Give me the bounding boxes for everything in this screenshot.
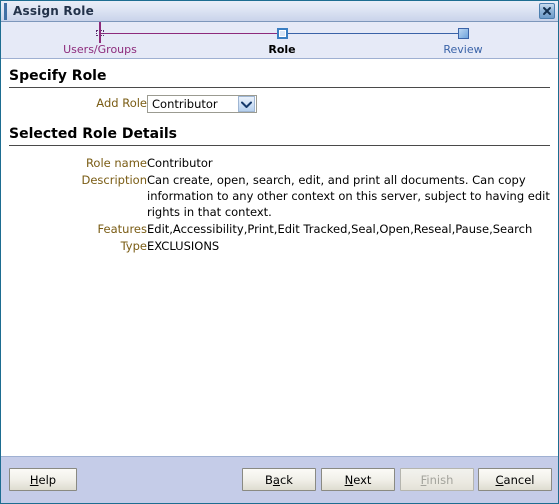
specify-role-divider <box>9 87 550 88</box>
selected-role-details-divider <box>9 145 550 146</box>
finish-button: Finish <box>400 468 474 491</box>
cancel-button-label: Cancel <box>495 472 535 487</box>
wizard-step-role[interactable]: Role <box>212 22 352 56</box>
detail-row: Description Can create, open, search, ed… <box>9 172 550 221</box>
finish-button-label: Finish <box>420 472 454 487</box>
focus-ring <box>96 22 104 43</box>
wizard-step-review[interactable]: Review <box>393 22 533 56</box>
add-role-label: Add Role <box>96 96 147 110</box>
wizard-step-label-role: Role <box>268 43 296 56</box>
features-value: Edit,Accessibility,Print,Edit Tracked,Se… <box>147 222 533 236</box>
dialog-titlebar: Assign Role <box>1 1 558 22</box>
next-button[interactable]: Next <box>321 468 395 491</box>
chevron-down-icon[interactable] <box>238 96 255 112</box>
titlebar-accent-bar <box>4 2 7 20</box>
wizard-train: Users/Groups Role Review <box>1 22 558 59</box>
dialog-body: Specify Role Add Role Contributor Select… <box>1 59 558 457</box>
wizard-step-marker-wrap <box>30 22 170 44</box>
wizard-step-marker-review <box>457 27 469 39</box>
type-label: Type <box>120 239 147 253</box>
close-glyph <box>543 7 551 15</box>
back-button-label: Back <box>265 472 293 487</box>
close-icon[interactable] <box>539 3 555 19</box>
add-role-select[interactable]: Contributor <box>147 95 257 113</box>
description-label: Description <box>81 173 148 187</box>
back-button[interactable]: Back <box>242 468 316 491</box>
wizard-step-marker-users-groups <box>99 22 101 43</box>
features-label: Features <box>97 222 147 236</box>
add-role-row: Add Role Contributor <box>9 95 550 113</box>
add-role-value-cell: Contributor <box>147 95 550 113</box>
assign-role-dialog: Assign Role Users/Groups Role Review Spe… <box>0 0 559 504</box>
wizard-step-label-review: Review <box>443 43 483 56</box>
detail-row: Type EXCLUSIONS <box>9 238 550 255</box>
wizard-step-marker-role <box>276 27 288 39</box>
help-button[interactable]: Help <box>9 468 77 491</box>
detail-row: Role name Contributor <box>9 155 550 172</box>
chevron-down-glyph <box>241 101 252 108</box>
wizard-step-marker-wrap <box>212 22 352 44</box>
wizard-step-marker-wrap <box>393 22 533 44</box>
next-button-label: Next <box>344 472 372 487</box>
wizard-step-label-users-groups: Users/Groups <box>63 43 137 56</box>
role-name-value: Contributor <box>147 156 213 170</box>
dialog-title: Assign Role <box>13 4 94 18</box>
role-name-label: Role name <box>85 156 147 170</box>
type-value: EXCLUSIONS <box>147 239 220 253</box>
specify-role-heading: Specify Role <box>9 68 107 84</box>
description-value: Can create, open, search, edit, and prin… <box>147 173 550 219</box>
detail-row: Features Edit,Accessibility,Print,Edit T… <box>9 221 550 238</box>
wizard-step-users-groups[interactable]: Users/Groups <box>30 22 170 56</box>
cancel-button[interactable]: Cancel <box>478 468 552 491</box>
selected-role-details-heading: Selected Role Details <box>9 126 178 142</box>
help-button-label: Help <box>29 472 57 487</box>
selected-role-details-fields: Role name Contributor Description Can cr… <box>9 155 550 255</box>
specify-role-fields: Add Role Contributor <box>9 95 550 113</box>
dialog-footer: Help Back Next Finish Cancel <box>1 457 558 503</box>
add-role-selected-value: Contributor <box>152 97 218 111</box>
